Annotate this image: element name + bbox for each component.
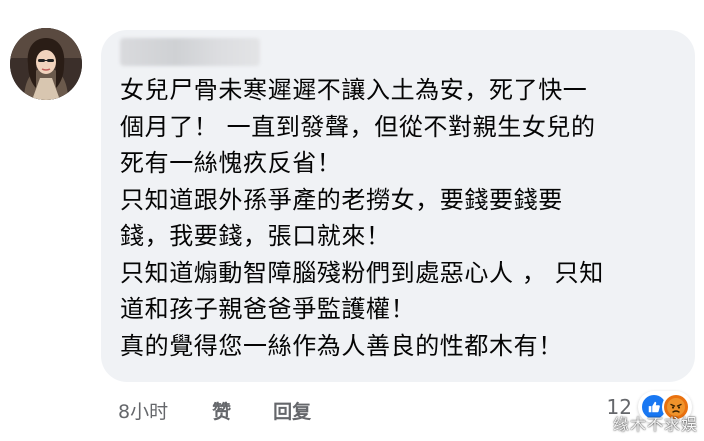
comment-timestamp[interactable]: 8小时 (118, 397, 168, 424)
comment-line: 死有一絲愧疚反省！ (120, 149, 342, 177)
comment-line: 只知道跟外孫爭產的老撈女，要錢要錢要 (120, 185, 563, 214)
comment-line: 女兒尸骨未寒遲遲不讓入土為安，死了快一 (120, 76, 588, 104)
comment-line: 錢，我要錢，張口就來！ (120, 222, 391, 250)
avatar-image (10, 28, 82, 100)
comment-text: 女兒尸骨未寒遲遲不讓入土為安，死了快一 個月了！ 一直到發聲，但從不對親生女兒的… (120, 72, 690, 364)
comment-bubble: 女兒尸骨未寒遲遲不讓入土為安，死了快一 個月了！ 一直到發聲，但從不對親生女兒的… (101, 30, 695, 382)
comment-item: 女兒尸骨未寒遲遲不讓入土為安，死了快一 個月了！ 一直到發聲，但從不對親生女兒的… (0, 0, 704, 441)
avatar[interactable] (10, 28, 82, 100)
comment-line: 個月了！ 一直到發聲，但從不對親生女兒的 (120, 112, 596, 141)
comment-line: 道和孩子親爸爸爭監護權！ (120, 295, 416, 323)
comment-line: 只知道煽動智障腦殘粉們到處惡心人 ， 只知 (120, 258, 604, 287)
like-button[interactable]: 赞 (212, 397, 231, 424)
comment-line: 真的覺得您一絲作為人善良的性都木有！ (120, 331, 563, 360)
reply-button[interactable]: 回复 (273, 397, 311, 424)
author-name-blurred[interactable] (120, 38, 260, 66)
comment-actions: 8小时 赞 回复 (118, 396, 311, 424)
watermark: 缘木不求娱 (612, 415, 698, 434)
